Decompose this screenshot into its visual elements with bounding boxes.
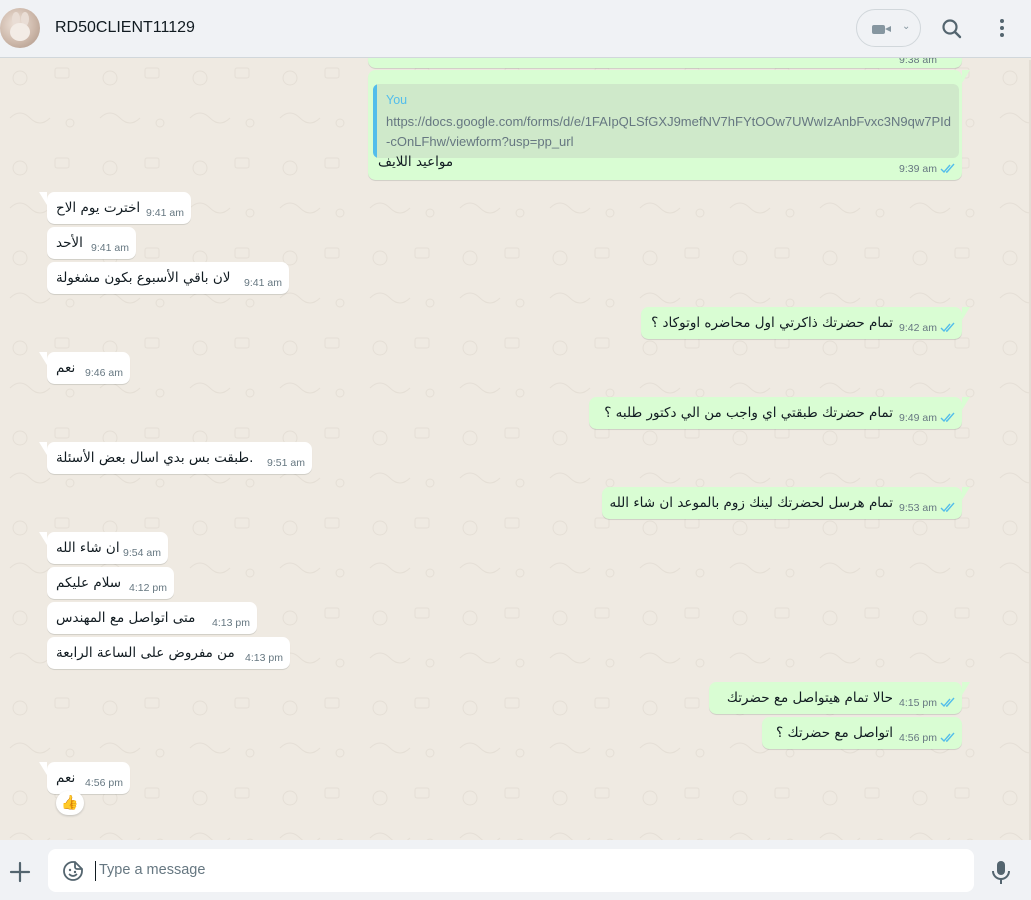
message-time: 9:46 am bbox=[85, 367, 123, 379]
message-bubble-incoming[interactable]: الأحد 9:41 am bbox=[47, 227, 136, 259]
message-time: 9:54 am bbox=[123, 547, 161, 559]
quoted-message[interactable]: You https://docs.google.com/forms/d/e/1F… bbox=[373, 84, 959, 158]
message-time: 4:13 pm bbox=[212, 617, 250, 629]
message-bubble-incoming[interactable]: نعم 4:56 pm bbox=[39, 762, 130, 794]
message-input[interactable]: Type a message bbox=[48, 849, 974, 892]
search-icon[interactable] bbox=[937, 14, 967, 44]
message-text: طبقت بس بدي اسال بعض الأسئلة. bbox=[56, 450, 254, 466]
message-bubble-previous[interactable]: 9:38 am bbox=[368, 58, 962, 68]
read-ticks-icon bbox=[940, 732, 955, 743]
message-text: من مفروض على الساعة الرابعة bbox=[56, 645, 235, 661]
message-bubble-outgoing[interactable]: تمام حضرتك ذاكرتي اول محاضره اوتوكاد ؟ 9… bbox=[641, 307, 970, 339]
contact-name[interactable]: RD50CLIENT11129 bbox=[55, 19, 195, 37]
message-time: 9:41 am bbox=[146, 207, 184, 219]
chevron-down-icon: ⌄ bbox=[902, 21, 911, 32]
message-text: تمام حضرتك طبقتي اي واجب من الي دكتور طل… bbox=[604, 405, 893, 421]
message-time: 9:39 am bbox=[899, 163, 937, 175]
message-bubble-outgoing[interactable]: حالا تمام هيتواصل مع حضرتك 4:15 pm bbox=[709, 682, 970, 714]
read-ticks-icon bbox=[940, 322, 955, 333]
message-time: 9:49 am bbox=[899, 412, 937, 424]
video-call-button[interactable]: ⌄ bbox=[856, 9, 921, 47]
message-input-placeholder: Type a message bbox=[99, 862, 206, 878]
message-bubble-incoming[interactable]: من مفروض على الساعة الرابعة 4:13 pm bbox=[47, 637, 290, 669]
message-bubble-incoming[interactable]: اخترت يوم الاح 9:41 am bbox=[39, 192, 191, 224]
message-text: حالا تمام هيتواصل مع حضرتك bbox=[726, 690, 893, 706]
message-bubble-incoming[interactable]: متى اتواصل مع المهندس 4:13 pm bbox=[47, 602, 257, 634]
text-caret bbox=[95, 861, 96, 881]
message-time: 4:12 pm bbox=[129, 582, 167, 594]
message-text: ان شاء الله bbox=[56, 540, 120, 556]
message-bubble-outgoing[interactable]: اتواصل مع حضرتك ؟ 4:56 pm bbox=[762, 717, 962, 749]
read-ticks-icon bbox=[940, 163, 955, 174]
message-time: 9:38 am bbox=[899, 58, 937, 66]
message-bubble-incoming[interactable]: ان شاء الله 9:54 am bbox=[39, 532, 168, 564]
message-text: اخترت يوم الاح bbox=[56, 200, 141, 216]
message-time: 4:56 pm bbox=[85, 777, 123, 789]
composer-bar: Type a message bbox=[0, 840, 1031, 900]
message-time: 9:41 am bbox=[244, 277, 282, 289]
microphone-icon[interactable] bbox=[989, 859, 1013, 885]
message-bubble-outgoing[interactable]: You https://docs.google.com/forms/d/e/1F… bbox=[368, 70, 970, 180]
message-time: 4:13 pm bbox=[245, 652, 283, 664]
message-time: 9:51 am bbox=[267, 457, 305, 469]
message-time: 4:15 pm bbox=[899, 697, 937, 709]
message-bubble-incoming[interactable]: سلام عليكم 4:12 pm bbox=[47, 567, 174, 599]
message-text: لان باقي الأسبوع بكون مشغولة bbox=[56, 270, 231, 286]
message-text: تمام هرسل لحضرتك لينك زوم بالموعد ان شاء… bbox=[609, 495, 893, 511]
message-time: 9:53 am bbox=[899, 502, 937, 514]
message-time: 9:41 am bbox=[91, 242, 129, 254]
message-bubble-outgoing[interactable]: تمام هرسل لحضرتك لينك زوم بالموعد ان شاء… bbox=[602, 487, 970, 519]
quoted-link: https://docs.google.com/forms/d/e/1FAIpQ… bbox=[386, 114, 952, 149]
message-text: مواعيد اللايف bbox=[378, 154, 454, 170]
message-bubble-incoming[interactable]: لان باقي الأسبوع بكون مشغولة 9:41 am bbox=[47, 262, 289, 294]
message-bubble-incoming[interactable]: نعم 9:46 am bbox=[39, 352, 130, 384]
read-ticks-icon bbox=[940, 502, 955, 513]
message-text: متى اتواصل مع المهندس bbox=[56, 610, 196, 626]
message-text: اتواصل مع حضرتك ؟ bbox=[775, 725, 893, 741]
message-text: نعم bbox=[56, 770, 76, 786]
read-ticks-icon bbox=[940, 697, 955, 708]
message-text: سلام عليكم bbox=[56, 575, 122, 591]
menu-icon[interactable] bbox=[988, 14, 1018, 44]
message-time: 4:56 pm bbox=[899, 732, 937, 744]
message-list[interactable]: 9:38 am You https://docs.google.com/form… bbox=[0, 58, 1031, 840]
message-bubble-outgoing[interactable]: تمام حضرتك طبقتي اي واجب من الي دكتور طل… bbox=[589, 397, 970, 429]
thumbs-up-reaction[interactable]: 👍 bbox=[56, 791, 84, 815]
video-call-icon bbox=[872, 25, 891, 34]
message-time: 9:42 am bbox=[899, 322, 937, 334]
attach-plus-icon[interactable] bbox=[8, 860, 32, 884]
contact-avatar[interactable] bbox=[0, 8, 40, 48]
message-text: نعم bbox=[56, 360, 76, 376]
sticker-icon[interactable] bbox=[62, 860, 84, 882]
message-text: تمام حضرتك ذاكرتي اول محاضره اوتوكاد ؟ bbox=[651, 315, 893, 331]
message-text: الأحد bbox=[56, 235, 83, 251]
message-bubble-incoming[interactable]: طبقت بس بدي اسال بعض الأسئلة. 9:51 am bbox=[39, 442, 312, 474]
chat-header: RD50CLIENT11129 ⌄ bbox=[0, 0, 1031, 58]
read-ticks-icon bbox=[940, 412, 955, 423]
quoted-author: You bbox=[386, 93, 408, 107]
